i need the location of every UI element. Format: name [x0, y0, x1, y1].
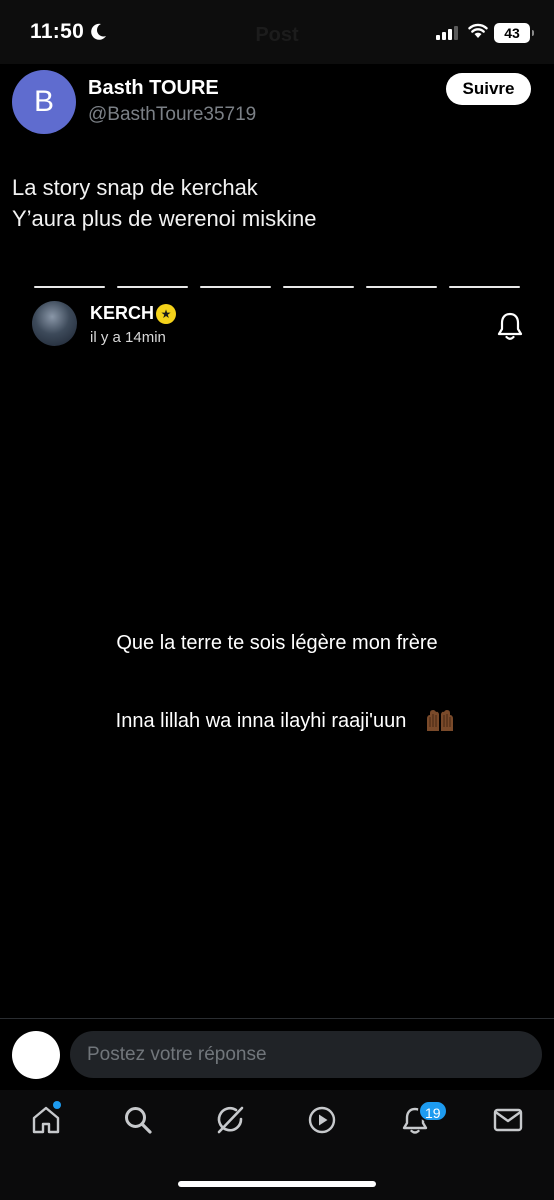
story-progress-bars [34, 286, 520, 289]
status-bar: 11:50 Post 43 [0, 0, 554, 64]
story-avatar [32, 301, 77, 346]
author-handle[interactable]: @BasthToure35719 [88, 104, 256, 126]
follow-button[interactable]: Suivre [446, 73, 531, 105]
story-progress-segment [449, 286, 520, 288]
star-icon: ★ [156, 304, 176, 324]
post-text-line: La story snap de kerchak [12, 175, 258, 200]
reply-input[interactable] [70, 1031, 542, 1078]
story-text-line: Inna lillah wa inna ilayhi raaji'uun [0, 710, 554, 733]
signal-icon [436, 26, 458, 40]
story-progress-segment [34, 286, 105, 288]
mail-icon[interactable] [492, 1104, 524, 1136]
story-timestamp: il y a 14min [90, 329, 166, 346]
grok-icon[interactable] [214, 1104, 246, 1136]
story-progress-segment [366, 286, 437, 288]
wifi-icon [468, 23, 488, 38]
play-icon[interactable] [306, 1104, 338, 1136]
story-progress-segment [283, 286, 354, 288]
battery-indicator: 43 [494, 23, 534, 43]
bell-icon [497, 312, 523, 340]
unread-dot [53, 1101, 61, 1109]
raising-hands-icon [427, 710, 453, 731]
story-text-line-content: Inna lillah wa inna ilayhi raaji'uun [115, 710, 407, 732]
author-avatar[interactable]: B [12, 70, 76, 134]
user-avatar[interactable] [12, 1031, 60, 1079]
post-text: La story snap de kerchak Y’aura plus de … [12, 172, 532, 234]
story-progress-segment [200, 286, 271, 288]
notification-count-badge: 19 [418, 1100, 448, 1122]
story-username: KERCH [90, 303, 155, 323]
post-text-line: Y’aura plus de werenoi miskine [12, 206, 317, 231]
story-text-line: Que la terre te sois légère mon frère [116, 632, 438, 654]
story-progress-segment [117, 286, 188, 288]
divider [0, 1018, 554, 1019]
home-indicator[interactable] [178, 1181, 376, 1187]
author-name[interactable]: Basth TOURE [88, 77, 219, 100]
search-icon[interactable] [122, 1104, 154, 1136]
